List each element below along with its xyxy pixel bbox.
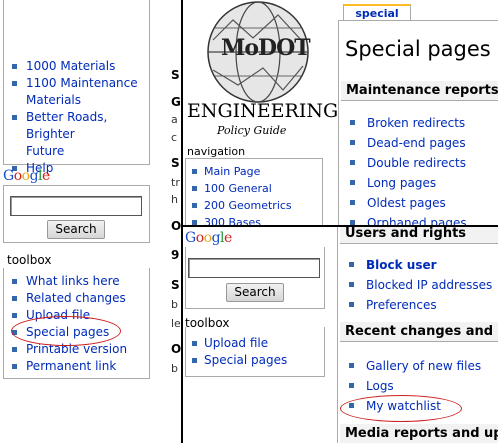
bullet-icon xyxy=(350,180,355,185)
menu-item-1100-maintenance[interactable]: 1100 Maintenance xyxy=(4,75,149,92)
bullet-icon xyxy=(192,341,197,346)
section-heading-recent: Recent changes and xyxy=(340,322,498,342)
navigation-heading: navigation xyxy=(187,145,246,158)
bullet-icon xyxy=(12,347,17,352)
report-broken-redirects[interactable]: Broken redirects xyxy=(339,113,467,133)
navigation-box: Main Page 100 General 200 Geometrics 300… xyxy=(185,158,323,225)
peek-letter: S xyxy=(171,278,180,292)
recent-logs[interactable]: Logs xyxy=(338,376,481,396)
report-double-redirects[interactable]: Double redirects xyxy=(339,153,467,173)
section-heading-maintenance: Maintenance reports xyxy=(341,81,498,101)
bullet-icon xyxy=(192,169,197,174)
users-preferences[interactable]: Preferences xyxy=(338,295,492,315)
bullet-icon xyxy=(349,282,354,287)
left-sidebar-screenshot: 1000 Materials 1100 Maintenance Material… xyxy=(0,0,181,443)
peek-letter: a xyxy=(171,113,178,126)
top-right-screenshot: MoDOT ENGINEERING Policy Guide navigatio… xyxy=(183,0,498,225)
bullet-icon xyxy=(350,120,355,125)
peek-letter: S xyxy=(171,68,180,82)
report-dead-end-pages[interactable]: Dead-end pages xyxy=(339,133,467,153)
toolbox-permanent-link[interactable]: Permanent link xyxy=(4,358,149,375)
search-box: Search xyxy=(185,247,325,309)
bullet-icon xyxy=(350,140,355,145)
peek-letter: O xyxy=(171,342,181,356)
bullet-icon xyxy=(350,160,355,165)
peek-letter: S xyxy=(171,156,180,170)
modot-logo: MoDOT ENGINEERING Policy Guide xyxy=(183,0,343,142)
peek-letter: O xyxy=(171,219,181,233)
section-heading-users: Users and rights xyxy=(340,227,498,244)
bullet-icon xyxy=(349,363,354,368)
page-title: Special pages xyxy=(345,37,491,61)
section-heading-media: Media reports and up xyxy=(340,424,498,443)
bullet-icon xyxy=(12,279,17,284)
bullet-icon xyxy=(12,81,17,86)
bullet-icon xyxy=(192,186,197,191)
google-logo: Google xyxy=(185,230,232,246)
peek-letter: G xyxy=(171,95,181,109)
search-button[interactable]: Search xyxy=(226,283,284,302)
recent-gallery-new-files[interactable]: Gallery of new files xyxy=(338,356,481,376)
users-block-user[interactable]: Block user xyxy=(338,255,492,275)
bullet-icon xyxy=(12,313,17,318)
annotation-circle-special-pages xyxy=(11,316,121,346)
bullet-icon xyxy=(12,296,17,301)
toolbox-special-pages[interactable]: Special pages xyxy=(186,352,324,369)
logo-engineering: ENGINEERING xyxy=(187,100,339,122)
peek-letter: c xyxy=(171,131,178,144)
bullet-icon xyxy=(192,203,197,208)
toolbox-heading: toolbox xyxy=(7,253,52,267)
menu-item-better-roads-cont[interactable]: Future xyxy=(4,143,149,160)
search-button[interactable]: Search xyxy=(47,220,105,239)
report-long-pages[interactable]: Long pages xyxy=(339,173,467,193)
peek-letter: h xyxy=(171,193,178,206)
toolbox-what-links-here[interactable]: What links here xyxy=(4,273,149,290)
menu-item-better-roads[interactable]: Better Roads, Brighter xyxy=(4,109,149,143)
report-oldest-pages[interactable]: Oldest pages xyxy=(339,193,467,213)
search-input[interactable] xyxy=(10,196,142,216)
nav-item-100-general[interactable]: 100 General xyxy=(186,180,322,197)
menu-item-1100-maintenance-cont[interactable]: Materials xyxy=(4,92,149,109)
toolbox-related-changes[interactable]: Related changes xyxy=(4,290,149,307)
annotation-circle-my-watchlist xyxy=(340,395,462,422)
portal-menu-box: 1000 Materials 1100 Maintenance Material… xyxy=(3,0,150,175)
bullet-icon xyxy=(349,302,354,307)
vertical-divider xyxy=(181,0,183,443)
nav-item-main-page[interactable]: Main Page xyxy=(186,163,322,180)
logo-title: MoDOT xyxy=(221,35,311,61)
horizontal-divider xyxy=(181,225,498,227)
bottom-right-screenshot: Google Search toolbox Upload file Specia… xyxy=(183,227,498,443)
toolbox-box: Upload file Special pages xyxy=(185,327,325,377)
bullet-icon xyxy=(12,364,17,369)
report-orphaned-pages[interactable]: Orphaned pages xyxy=(339,213,467,225)
menu-item-1000-materials[interactable]: 1000 Materials xyxy=(4,58,149,75)
peek-letter: b xyxy=(171,298,178,311)
google-logo: Google xyxy=(3,168,50,184)
logo-subtitle: Policy Guide xyxy=(217,124,287,137)
bullet-icon xyxy=(12,64,17,69)
users-blocked-ip[interactable]: Blocked IP addresses xyxy=(338,275,492,295)
nav-item-300-bases[interactable]: 300 Bases xyxy=(186,214,322,225)
nav-item-200-geometrics[interactable]: 200 Geometrics xyxy=(186,197,322,214)
bullet-icon xyxy=(349,262,354,267)
bullet-icon xyxy=(350,200,355,205)
peek-letter: le xyxy=(171,317,181,330)
toolbox-upload-file[interactable]: Upload file xyxy=(186,335,324,352)
bullet-icon xyxy=(192,358,197,363)
peek-letter: 9 xyxy=(171,248,180,262)
search-input[interactable] xyxy=(188,258,320,278)
bullet-icon xyxy=(349,383,354,388)
special-pages-content: Special pages Maintenance reports Broken… xyxy=(338,20,498,225)
peek-letter: tr xyxy=(171,176,180,189)
bullet-icon xyxy=(12,115,17,120)
peek-letter: b xyxy=(171,362,178,375)
search-box: Search xyxy=(3,185,150,243)
